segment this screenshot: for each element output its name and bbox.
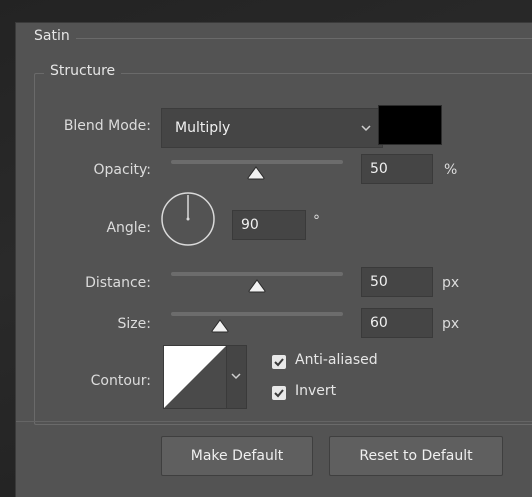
checkmark-icon: [274, 389, 284, 398]
distance-input[interactable]: 50: [361, 267, 433, 297]
blend-mode-label: Blend Mode:: [63, 118, 151, 134]
blend-color-swatch[interactable]: [378, 105, 442, 145]
size-label: Size:: [117, 316, 151, 332]
opacity-label: Opacity:: [93, 162, 151, 178]
blend-mode-select[interactable]: Multiply: [161, 108, 383, 148]
angle-dial[interactable]: [160, 191, 216, 247]
size-slider-thumb[interactable]: [210, 319, 230, 333]
opacity-slider-thumb[interactable]: [246, 166, 266, 180]
satin-group-line: [68, 38, 532, 39]
angle-unit: °: [313, 213, 320, 229]
size-unit: px: [442, 316, 460, 332]
anti-aliased-label: Anti-aliased: [295, 352, 378, 368]
structure-title: Structure: [44, 63, 122, 79]
satin-title: Satin: [28, 28, 76, 44]
angle-input[interactable]: 90: [232, 210, 306, 240]
anti-aliased-checkbox[interactable]: [272, 355, 286, 369]
contour-picker[interactable]: [163, 345, 247, 409]
satin-panel: Satin Structure Blend Mode: Multiply Opa…: [15, 22, 532, 497]
distance-label: Distance:: [85, 275, 151, 291]
opacity-slider-track[interactable]: [171, 160, 343, 164]
invert-checkbox[interactable]: [272, 386, 286, 400]
angle-label: Angle:: [106, 220, 151, 236]
size-input[interactable]: 60: [361, 308, 433, 338]
opacity-input[interactable]: 50: [361, 154, 433, 184]
contour-curve-icon: [164, 346, 226, 408]
distance-slider-thumb[interactable]: [247, 279, 267, 293]
reset-to-default-button[interactable]: Reset to Default: [329, 436, 503, 476]
checkmark-icon: [274, 358, 284, 367]
blend-mode-value: Multiply: [175, 120, 231, 136]
make-default-button[interactable]: Make Default: [161, 436, 313, 476]
opacity-unit: %: [444, 162, 458, 178]
invert-label: Invert: [295, 383, 337, 399]
size-slider-track[interactable]: [171, 312, 343, 316]
divider: [16, 421, 532, 422]
chevron-down-icon[interactable]: [230, 370, 242, 382]
contour-label: Contour:: [90, 373, 151, 389]
distance-slider-track[interactable]: [171, 272, 343, 276]
distance-unit: px: [442, 275, 460, 291]
